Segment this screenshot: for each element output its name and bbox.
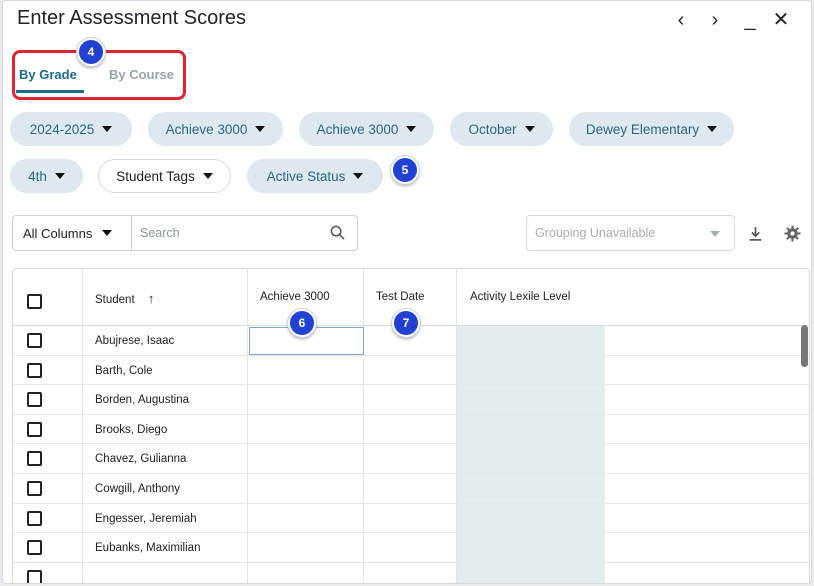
student-name: Cowgill, Anthony <box>95 483 181 495</box>
previous-button[interactable]: ‹ <box>669 9 693 31</box>
vertical-scrollbar[interactable] <box>801 325 808 367</box>
callout-badge: 5 <box>391 156 419 184</box>
callout-badge: 6 <box>288 309 316 337</box>
columns-select-label: All Columns <box>23 225 93 241</box>
filter-school-year[interactable]: 2024-2025 <box>10 112 132 146</box>
row-checkbox[interactable] <box>27 333 42 348</box>
column-header-test-date[interactable]: Test Date <box>376 291 425 303</box>
table-row[interactable]: Borden, Augustina <box>13 385 809 415</box>
table-row[interactable]: Chavez, Gulianna <box>13 444 809 474</box>
student-name: Borden, Augustina <box>95 394 189 407</box>
caret-down-icon <box>102 126 113 132</box>
row-checkbox[interactable] <box>27 421 42 437</box>
caret-down-icon <box>710 231 720 237</box>
caret-down-icon <box>102 230 113 236</box>
row-checkbox[interactable] <box>27 451 42 467</box>
filter-label: Dewey Elementary <box>585 121 700 137</box>
row-checkbox[interactable] <box>27 481 42 496</box>
grouping-select[interactable]: Grouping Unavailable <box>526 215 735 251</box>
student-name: Eubanks, Maximilian <box>95 542 201 555</box>
student-name: Brooks, Diego <box>95 423 168 436</box>
filter-label: Active Status <box>266 168 346 184</box>
column-header-student[interactable]: Student ↑ <box>95 291 154 306</box>
student-name: Engesser, Jeremiah <box>95 512 197 525</box>
next-button[interactable]: › <box>703 9 727 31</box>
columns-select[interactable]: All Columns <box>12 215 132 251</box>
filter-window[interactable]: October <box>450 112 553 146</box>
filter-student-tags[interactable]: Student Tags <box>98 159 231 193</box>
filter-grade[interactable]: 4th <box>10 159 83 193</box>
grouping-label: Grouping Unavailable <box>535 226 656 240</box>
row-checkbox[interactable] <box>27 392 42 408</box>
caret-down-icon <box>202 173 213 179</box>
dialog-title: Enter Assessment Scores <box>17 7 246 29</box>
assessment-dialog: Enter Assessment Scores ‹ › _ ✕ By Grade… <box>2 0 812 584</box>
download-icon[interactable] <box>747 225 764 242</box>
row-checkbox[interactable] <box>27 569 42 583</box>
search-input[interactable]: Search <box>131 215 358 251</box>
student-name: Abujrese, Isaac <box>95 335 175 347</box>
table-row[interactable]: Barth, Cole <box>13 356 809 386</box>
filter-label: October <box>468 121 517 137</box>
minimize-button[interactable]: _ <box>738 9 762 31</box>
sort-ascending-icon[interactable]: ↑ <box>148 291 155 306</box>
table-row[interactable]: Engesser, Jeremiah <box>13 504 809 534</box>
column-header-lexile[interactable]: Activity Lexile Level <box>470 291 570 303</box>
caret-down-icon <box>255 126 266 132</box>
filter-label: Achieve 3000 <box>316 121 399 137</box>
row-checkbox[interactable] <box>27 362 42 378</box>
table-row[interactable]: Cowgill, Anthony <box>13 474 809 504</box>
student-name: Barth, Cole <box>95 364 153 377</box>
select-all-checkbox[interactable] <box>27 294 42 309</box>
filter-assessment-version[interactable]: Achieve 3000 <box>299 112 434 146</box>
caret-down-icon <box>524 126 535 132</box>
tab-by-grade[interactable]: By Grade <box>19 67 77 82</box>
filter-school[interactable]: Dewey Elementary <box>569 112 734 146</box>
filter-active-status[interactable]: Active Status <box>247 159 383 193</box>
search-placeholder: Search <box>140 226 180 240</box>
filter-label: 4th <box>28 168 47 184</box>
row-checkbox[interactable] <box>27 510 42 526</box>
filter-label: Achieve 3000 <box>165 121 248 137</box>
filter-label: Student Tags <box>116 168 195 184</box>
tab-by-course[interactable]: By Course <box>109 67 174 82</box>
callout-badge: 7 <box>392 309 420 337</box>
student-name: Chavez, Gulianna <box>95 453 187 466</box>
gear-icon[interactable] <box>784 225 801 242</box>
caret-down-icon <box>406 126 417 132</box>
caret-down-icon <box>353 173 364 179</box>
close-button[interactable]: ✕ <box>769 9 793 31</box>
caret-down-icon <box>707 126 718 132</box>
filter-label: 2024-2025 <box>29 121 95 137</box>
search-icon[interactable] <box>330 225 345 240</box>
caret-down-icon <box>54 173 65 179</box>
table-row[interactable] <box>13 563 809 583</box>
filter-assessment[interactable]: Achieve 3000 <box>148 112 283 146</box>
active-tab-indicator <box>16 90 84 93</box>
table-row[interactable]: Brooks, Diego <box>13 415 809 445</box>
row-checkbox[interactable] <box>27 540 42 556</box>
column-header-achieve[interactable]: Achieve 3000 <box>260 291 330 303</box>
callout-badge: 4 <box>77 38 105 66</box>
table-row[interactable]: Eubanks, Maximilian <box>13 533 809 563</box>
